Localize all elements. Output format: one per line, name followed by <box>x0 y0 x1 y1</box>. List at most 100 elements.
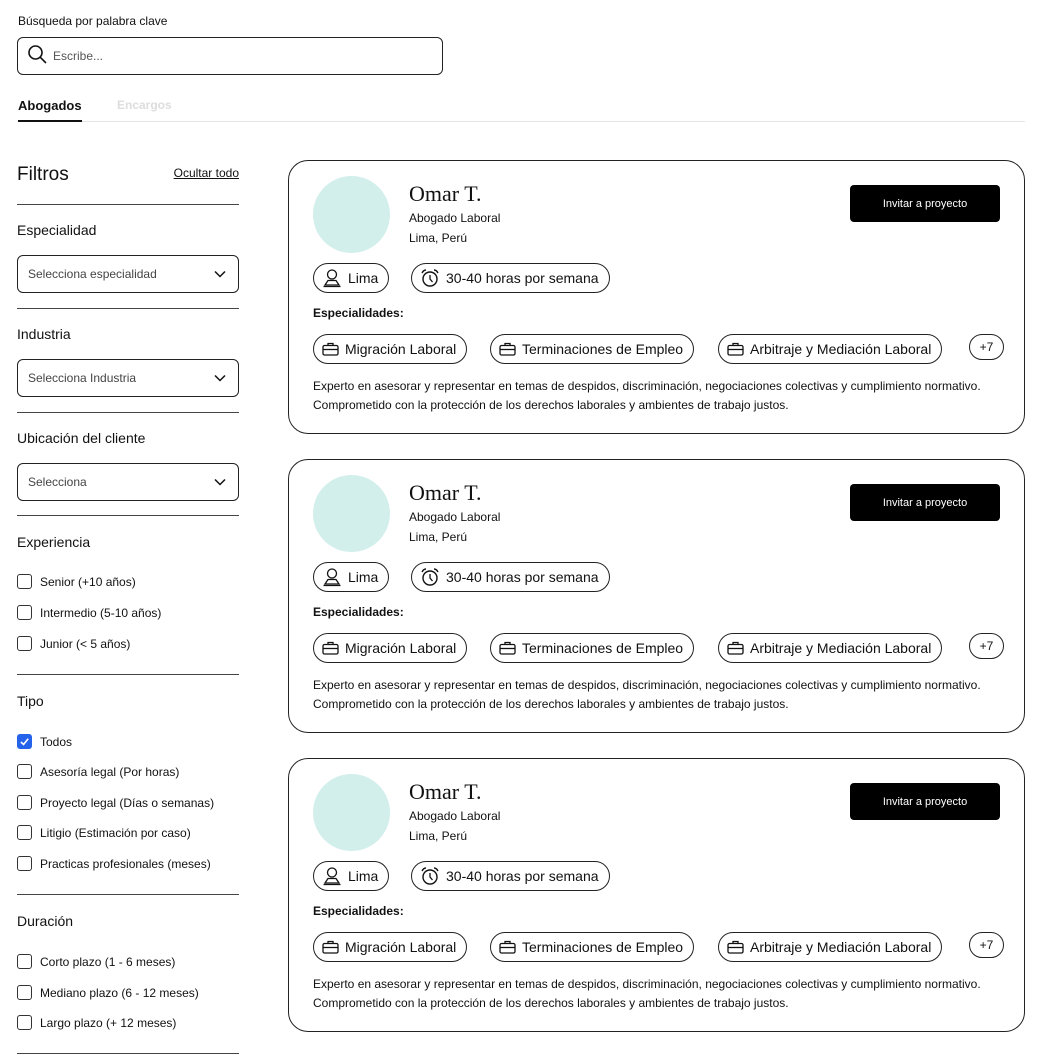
duration-option-corto[interactable]: Corto plazo (1 - 6 meses) <box>17 954 175 969</box>
checkbox[interactable] <box>17 825 32 840</box>
specialty-tag-label: Migración Laboral <box>345 939 457 955</box>
specialty-tag: Terminaciones de Empleo <box>490 633 695 663</box>
avatar <box>313 774 390 851</box>
checkbox-label: Todos <box>40 734 73 749</box>
invite-button[interactable]: Invitar a proyecto <box>850 783 1000 820</box>
checkbox-label: Litigio (Estimación por caso) <box>40 825 191 840</box>
type-option-litigio[interactable]: Litigio (Estimación por caso) <box>17 825 191 840</box>
checkbox[interactable] <box>17 795 32 810</box>
briefcase-icon <box>499 342 516 356</box>
type-option-todos[interactable]: Todos <box>17 734 72 749</box>
checkbox[interactable] <box>17 574 32 589</box>
briefcase-icon <box>727 641 744 655</box>
search-input[interactable] <box>53 49 433 63</box>
divider <box>17 412 239 413</box>
city-tag-label: Lima <box>348 270 379 286</box>
specialty-tag: Migración Laboral <box>313 932 468 962</box>
experience-option-intermedio[interactable]: Intermedio (5-10 años) <box>17 605 161 620</box>
checkbox-label: Mediano plazo (6 - 12 meses) <box>40 985 199 1000</box>
lawyer-name: Omar T. <box>409 181 482 206</box>
lawyer-role: Abogado Laboral <box>409 809 501 823</box>
checkbox-label: Corto plazo (1 - 6 meses) <box>40 954 176 969</box>
duration-option-largo[interactable]: Largo plazo (+ 12 meses) <box>17 1015 176 1030</box>
experience-option-junior[interactable]: Junior (< 5 años) <box>17 636 130 651</box>
search-icon <box>27 44 47 69</box>
checkbox-label: Junior (< 5 años) <box>40 636 131 651</box>
lawyer-location: Lima, Perú <box>409 829 468 843</box>
specialty-tag: Arbitraje y Mediación Laboral <box>718 633 943 663</box>
client-location-select[interactable]: Selecciona <box>17 463 239 501</box>
checkbox[interactable] <box>17 636 32 651</box>
hours-tag-label: 30-40 horas por semana <box>446 270 599 286</box>
divider <box>17 1053 239 1054</box>
checkbox[interactable] <box>17 954 32 969</box>
hide-all-link[interactable]: Ocultar todo <box>174 166 239 180</box>
lawyer-description: Experto en asesorar y representar en tem… <box>313 379 981 412</box>
specialty-tag: Migración Laboral <box>313 633 468 663</box>
duration-title: Duración <box>17 913 74 929</box>
type-option-proyecto[interactable]: Proyecto legal (Días o semanas) <box>17 795 214 810</box>
specialty-select[interactable]: Selecciona especialidad <box>17 255 239 293</box>
invite-button[interactable]: Invitar a proyecto <box>850 185 1000 222</box>
specialty-tag-label: Arbitraje y Mediación Laboral <box>750 939 932 955</box>
industry-select[interactable]: Selecciona Industria <box>17 359 239 397</box>
lawyer-card: Omar T. Abogado Laboral Lima, Perú Invit… <box>288 758 1025 1032</box>
checkbox[interactable] <box>17 764 32 779</box>
tab-encargos[interactable]: Encargos <box>117 98 172 112</box>
more-specialties-button[interactable]: +7 <box>969 334 1004 360</box>
specialty-tag: Migración Laboral <box>313 334 468 364</box>
specialties-title: Especialidades: <box>313 904 404 918</box>
city-tag: Lima <box>313 562 390 592</box>
lawyer-name: Omar T. <box>409 779 482 804</box>
type-option-practicas[interactable]: Practicas profesionales (meses) <box>17 856 211 871</box>
checkbox[interactable] <box>17 1015 32 1030</box>
checkbox-checked[interactable] <box>17 734 32 749</box>
search-box[interactable] <box>17 37 443 75</box>
divider <box>17 204 239 205</box>
divider <box>17 674 239 675</box>
checkbox-label: Senior (+10 años) <box>40 574 136 589</box>
industry-select-value: Selecciona Industria <box>28 371 137 385</box>
specialty-tag-label: Terminaciones de Empleo <box>522 939 684 955</box>
checkbox[interactable] <box>17 985 32 1000</box>
divider <box>17 308 239 309</box>
invite-button[interactable]: Invitar a proyecto <box>850 484 1000 521</box>
checkbox[interactable] <box>17 605 32 620</box>
briefcase-icon <box>499 641 516 655</box>
type-option-asesoria[interactable]: Asesoría legal (Por horas) <box>17 764 179 779</box>
experience-option-senior[interactable]: Senior (+10 años) <box>17 574 136 589</box>
chevron-down-icon <box>214 371 226 385</box>
client-location-select-value: Selecciona <box>28 475 87 489</box>
alarm-clock-icon <box>421 867 439 885</box>
filters-title: Filtros <box>17 164 69 185</box>
hours-tag: 30-40 horas por semana <box>411 861 610 891</box>
hours-tag-label: 30-40 horas por semana <box>446 569 599 585</box>
specialty-tag-label: Migración Laboral <box>345 640 457 656</box>
checkmark-icon <box>20 738 29 746</box>
specialty-tag: Terminaciones de Empleo <box>490 334 695 364</box>
lawyer-card: Omar T. Abogado Laboral Lima, Perú Invit… <box>288 160 1025 434</box>
duration-option-mediano[interactable]: Mediano plazo (6 - 12 meses) <box>17 985 199 1000</box>
checkbox[interactable] <box>17 856 32 871</box>
more-specialties-button[interactable]: +7 <box>969 633 1004 659</box>
lawyer-location: Lima, Perú <box>409 231 468 245</box>
divider <box>17 894 239 895</box>
specialty-tag-label: Arbitraje y Mediación Laboral <box>750 341 932 357</box>
briefcase-icon <box>322 940 339 954</box>
client-location-title: Ubicación del cliente <box>17 430 146 446</box>
briefcase-icon <box>727 342 744 356</box>
industry-title: Industria <box>17 326 71 342</box>
search-label: Búsqueda por palabra clave <box>18 14 168 28</box>
tab-abogados[interactable]: Abogados <box>18 98 82 122</box>
lawyer-card: Omar T. Abogado Laboral Lima, Perú Invit… <box>288 459 1025 733</box>
city-tag: Lima <box>313 861 390 891</box>
person-pin-icon <box>323 269 341 288</box>
person-pin-icon <box>323 568 341 587</box>
more-specialties-button[interactable]: +7 <box>969 932 1004 958</box>
city-tag-label: Lima <box>348 569 379 585</box>
hours-tag-label: 30-40 horas por semana <box>446 868 599 884</box>
checkbox-label: Practicas profesionales (meses) <box>40 856 211 871</box>
lawyer-description: Experto en asesorar y representar en tem… <box>313 678 981 711</box>
briefcase-icon <box>322 641 339 655</box>
checkbox-label: Proyecto legal (Días o semanas) <box>40 795 215 810</box>
